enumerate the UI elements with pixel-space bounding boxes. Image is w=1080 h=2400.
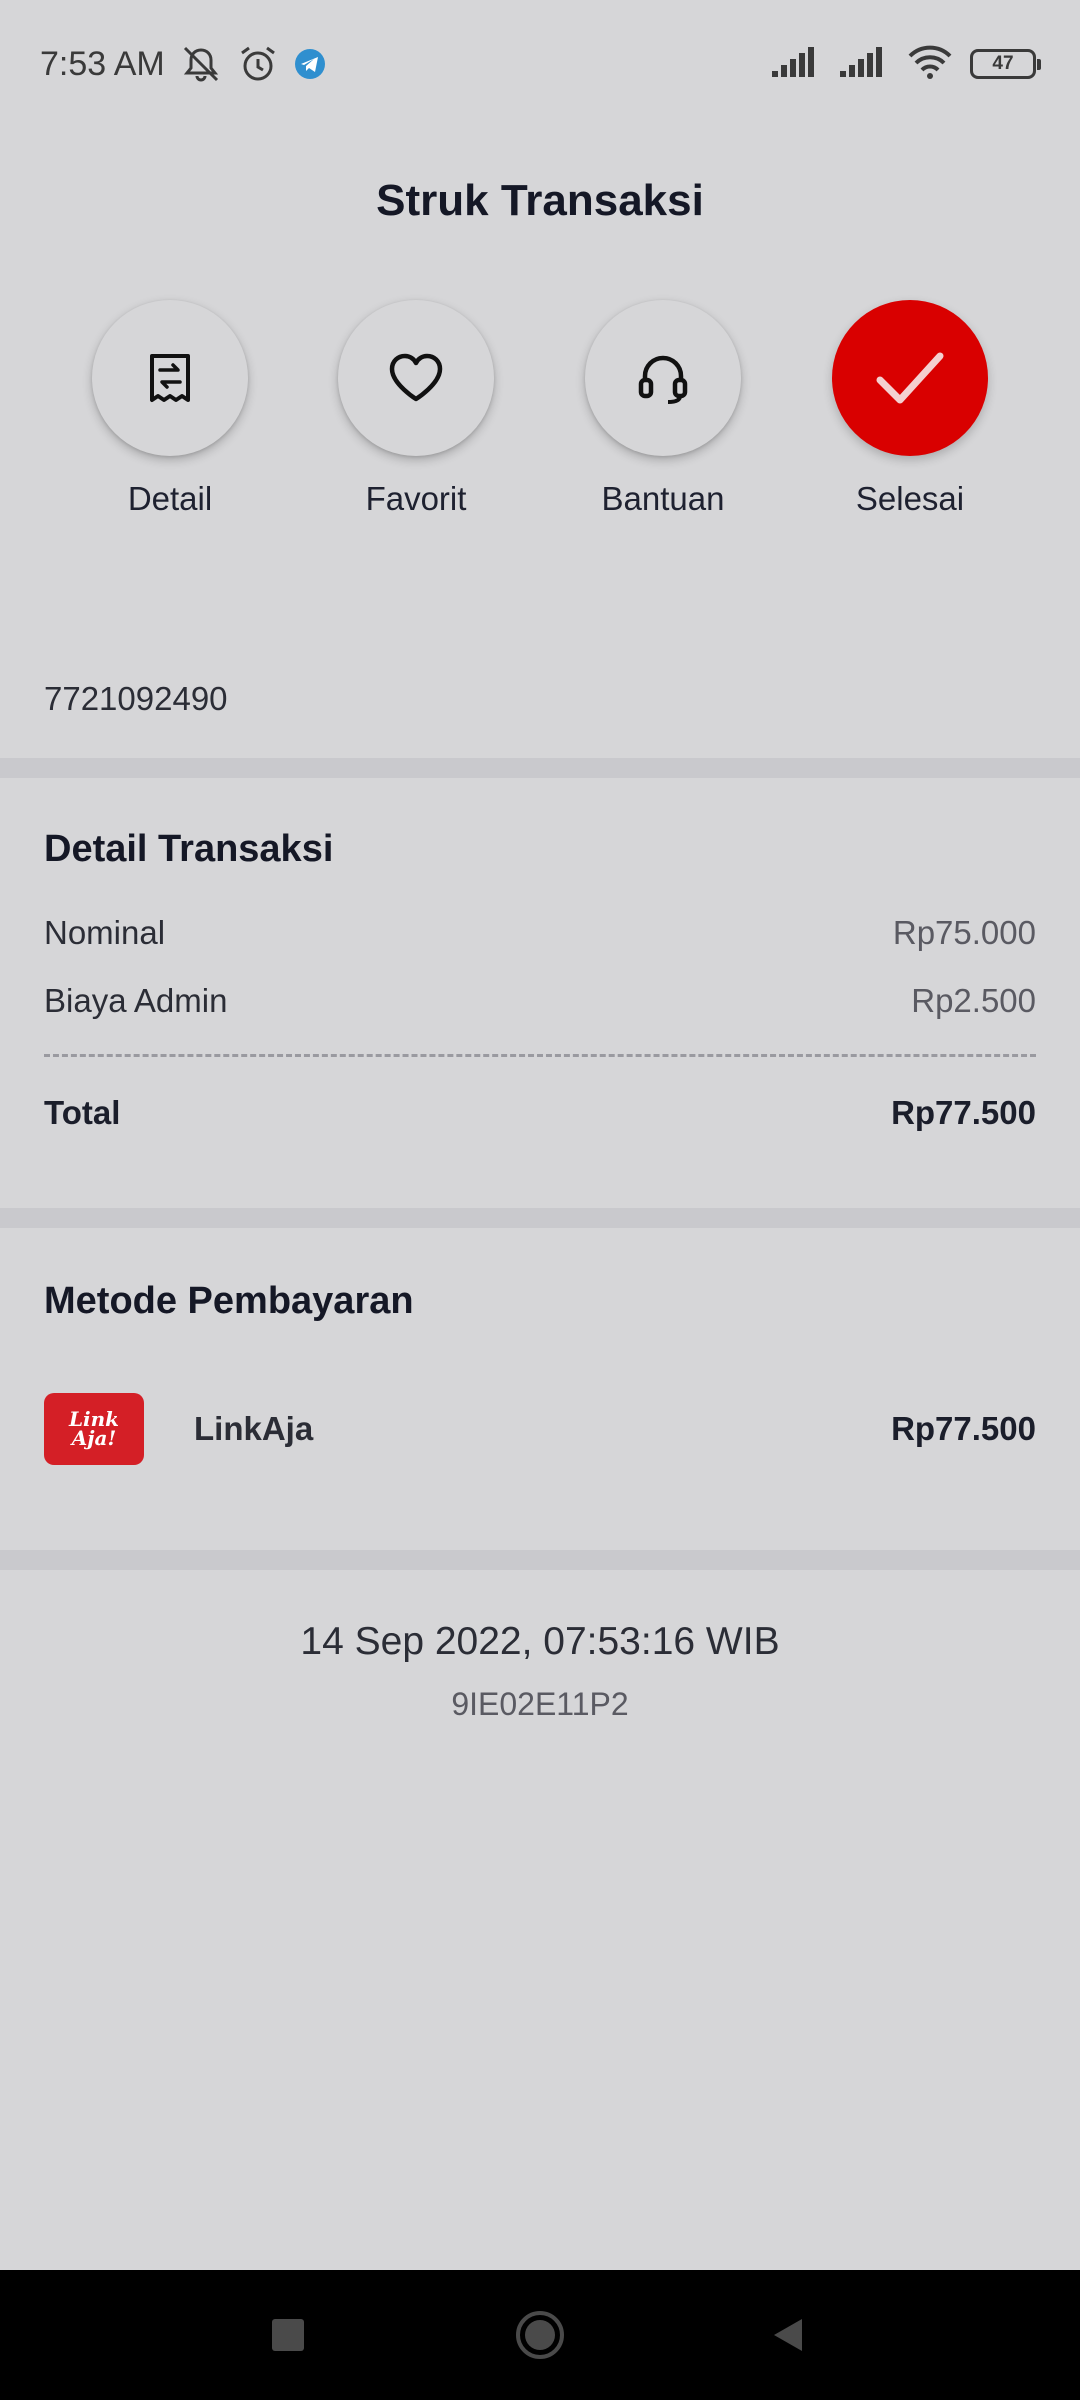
battery-icon: 47 xyxy=(970,49,1041,79)
action-bar: Detail Favorit Bantuan Selesai xyxy=(0,300,1080,540)
headset-icon xyxy=(638,355,688,404)
back-button[interactable] xyxy=(748,2270,828,2400)
linkaja-logo: Link Aja! xyxy=(44,1393,144,1465)
transaction-timestamp: 14 Sep 2022, 07:53:16 WIB xyxy=(300,1620,780,1663)
admin-fee-value: Rp2.500 xyxy=(911,982,1036,1019)
payment-method-title: Metode Pembayaran xyxy=(44,1280,414,1322)
admin-fee-row: Biaya Admin Rp2.500 xyxy=(44,982,1036,1020)
back-triangle-icon xyxy=(774,2319,802,2351)
reference-code: 9IE02E11P2 xyxy=(451,1686,629,1722)
help-button[interactable]: Bantuan xyxy=(563,300,763,518)
total-label: Total xyxy=(44,1094,121,1131)
wifi-icon xyxy=(906,44,954,85)
navigation-bar xyxy=(0,2270,1080,2400)
payment-method-name: LinkAja xyxy=(194,1410,314,1447)
linkaja-logo-line2: Aja! xyxy=(71,1426,117,1450)
heart-icon xyxy=(389,353,443,402)
section-divider xyxy=(0,758,1080,778)
alarm-icon xyxy=(237,44,279,84)
home-circle-icon xyxy=(516,2311,564,2359)
battery-level: 47 xyxy=(992,53,1014,74)
recent-apps-button[interactable] xyxy=(248,2270,328,2400)
transaction-detail-title: Detail Transaksi xyxy=(44,828,334,870)
status-time: 7:53 AM xyxy=(40,44,165,83)
done-circle[interactable] xyxy=(832,300,988,456)
detail-button[interactable]: Detail xyxy=(70,300,270,518)
help-circle[interactable] xyxy=(585,300,741,456)
signal-icon xyxy=(770,45,822,84)
account-number: 7721092490 xyxy=(44,680,228,717)
dashed-separator xyxy=(44,1054,1036,1057)
detail-label: Detail xyxy=(127,480,213,517)
done-button[interactable]: Selesai xyxy=(810,300,1010,518)
section-divider xyxy=(0,1208,1080,1228)
square-icon xyxy=(272,2319,304,2351)
nominal-value: Rp75.000 xyxy=(892,914,1036,951)
favorite-label: Favorit xyxy=(365,480,467,517)
page-title: Struk Transaksi xyxy=(376,176,704,225)
help-label: Bantuan xyxy=(601,480,725,517)
total-value: Rp77.500 xyxy=(891,1094,1036,1131)
favorite-circle[interactable] xyxy=(338,300,494,456)
done-label: Selesai xyxy=(855,480,965,517)
nominal-label: Nominal xyxy=(44,914,166,951)
nominal-row: Nominal Rp75.000 xyxy=(44,914,1036,952)
status-bar: 7:53 AM 47 xyxy=(0,0,1080,128)
detail-circle[interactable] xyxy=(92,300,248,456)
favorite-button[interactable]: Favorit xyxy=(316,300,516,518)
telegram-icon xyxy=(293,47,327,81)
mute-icon xyxy=(179,44,223,84)
check-icon xyxy=(876,352,944,404)
payment-amount: Rp77.500 xyxy=(891,1410,1036,1447)
section-divider xyxy=(0,1550,1080,1570)
total-row: Total Rp77.500 xyxy=(44,1094,1036,1132)
home-button[interactable] xyxy=(500,2270,580,2400)
signal-icon xyxy=(838,45,890,84)
admin-fee-label: Biaya Admin xyxy=(44,982,228,1019)
receipt-icon xyxy=(150,354,190,402)
payment-method-row: Link Aja! LinkAja Rp77.500 xyxy=(44,1392,1036,1466)
